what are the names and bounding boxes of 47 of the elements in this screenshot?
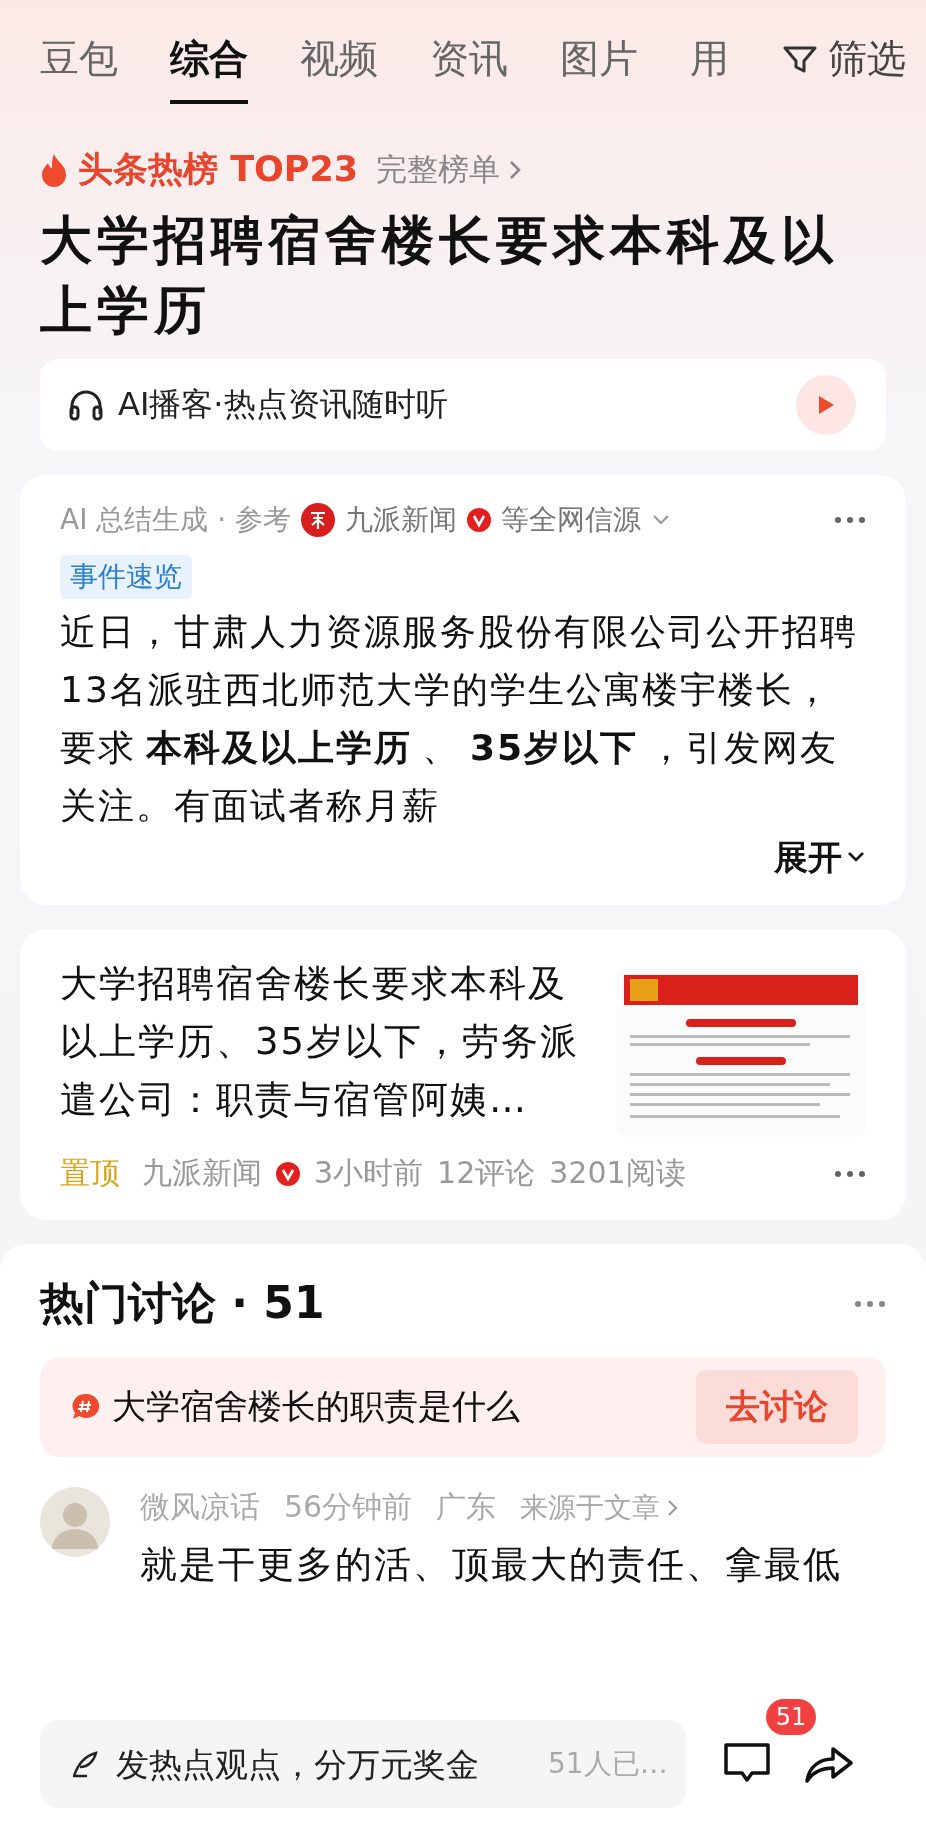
- article-title: 大学招聘宿舍楼长要求本科及以上学历、35岁以下，劳务派遣公司：职责与宿管阿姨…: [60, 961, 580, 1123]
- news-logo-icon: [301, 503, 335, 537]
- more-sources: 等全网信源: [501, 502, 641, 538]
- article-card[interactable]: 大学招聘宿舍楼长要求本科及以上学历、35岁以下，劳务派遣公司：职责与宿管阿姨… 置顶 九派新闻 3小时前 12评论 3201阅读: [20, 929, 906, 1220]
- chevron-right-icon: [508, 158, 523, 181]
- search-tab[interactable]: 用: [690, 32, 729, 104]
- comment-location: 广东: [436, 1488, 497, 1526]
- more-icon[interactable]: [834, 516, 866, 524]
- play-icon: [816, 394, 836, 416]
- chevron-down-icon: [846, 850, 866, 864]
- search-tab[interactable]: 综合: [170, 32, 248, 104]
- comment-input-field[interactable]: 发热点观点，分万元奖金: [114, 1743, 534, 1785]
- search-tab[interactable]: 豆包: [40, 32, 118, 104]
- more-icon[interactable]: [854, 1299, 886, 1308]
- source-note: AI 总结生成 · 参考: [60, 502, 291, 538]
- podcast-label: AI播客·热点资讯随时听: [118, 384, 449, 425]
- hashtag-bubble-icon: [70, 1392, 102, 1422]
- search-tab[interactable]: 图片: [560, 32, 638, 104]
- hot-list-rank: 头条热榜 TOP23: [78, 148, 359, 191]
- play-button[interactable]: [796, 375, 856, 435]
- source-name: 九派新闻: [345, 502, 457, 538]
- chevron-down-icon: [651, 513, 671, 527]
- podcast-bar[interactable]: AI播客·热点资讯随时听: [40, 359, 886, 451]
- search-tab[interactable]: 资讯: [430, 32, 508, 104]
- article-time: 3小时前: [314, 1154, 424, 1192]
- headline: 大学招聘宿舍楼长要求本科及以上学历: [40, 209, 839, 342]
- event-tag: 事件速览: [60, 555, 192, 599]
- topic-text: 大学宿舍楼长的职责是什么: [112, 1385, 521, 1428]
- summary-text: 近日，甘肃人力资源服务股份有限公司公开招聘13名派驻西北师范大学的学生公寓楼宇楼长，要求本科及以上学历、35岁以下，引发网友关注。有面试者称月薪: [60, 610, 859, 828]
- filter-button[interactable]: 筛选: [782, 32, 906, 104]
- flame-icon: [40, 152, 68, 187]
- expand-button[interactable]: 展开: [774, 835, 866, 879]
- comment-time: 56分钟前: [284, 1488, 413, 1526]
- read-count: 3201阅读: [549, 1154, 686, 1192]
- comment-text: 就是干更多的活、顶最大的责任、拿最低: [140, 1542, 842, 1588]
- participant-count: 51人已…: [548, 1746, 668, 1782]
- comment-count: 12评论: [437, 1154, 536, 1192]
- feather-pen-icon: [70, 1749, 100, 1779]
- article-source: 九派新闻: [142, 1154, 262, 1192]
- avatar: [40, 1487, 110, 1557]
- headphones-icon: [68, 388, 104, 422]
- discussion-title: 热门讨论 · 51: [40, 1276, 325, 1330]
- full-list-link[interactable]: 完整榜单: [376, 148, 523, 191]
- pinned-label: 置顶: [60, 1154, 120, 1192]
- search-tab[interactable]: 视频: [300, 32, 378, 104]
- discuss-button[interactable]: 去讨论: [696, 1370, 858, 1444]
- more-icon[interactable]: [834, 1169, 866, 1178]
